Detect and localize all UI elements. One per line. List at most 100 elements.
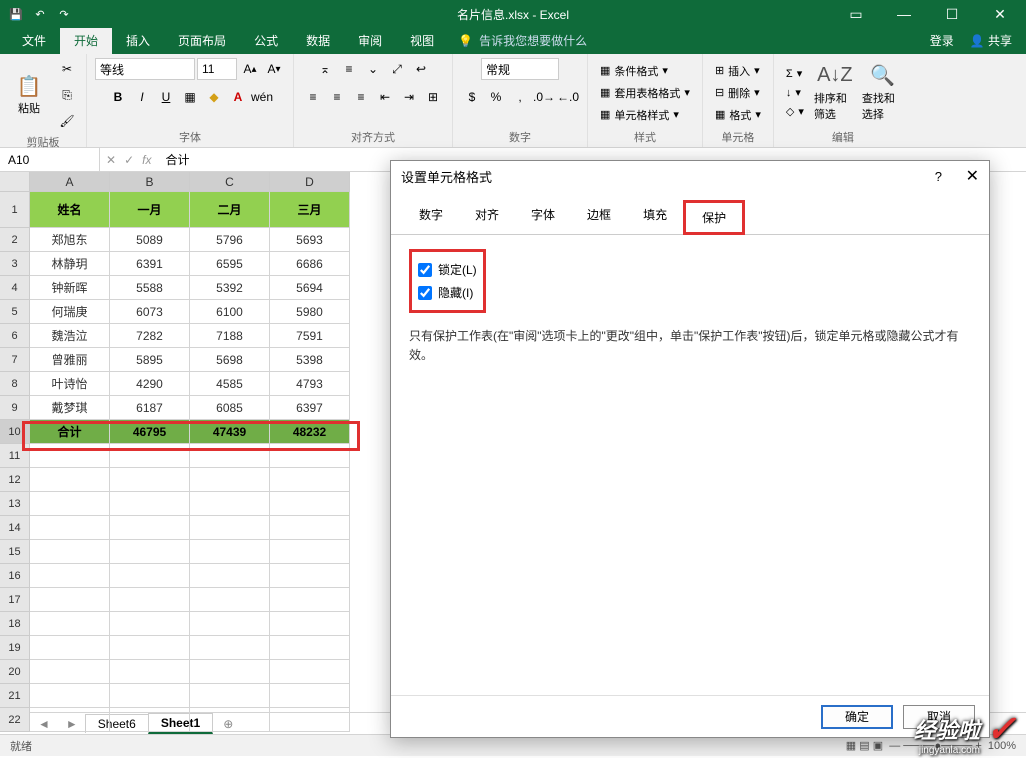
dlg-tab-font[interactable]: 字体 — [515, 200, 571, 235]
empty-cell[interactable] — [110, 540, 190, 564]
fb-cancel-icon[interactable]: ✕ — [106, 153, 116, 167]
data-cell[interactable]: 戴梦琪 — [30, 396, 110, 420]
empty-cell[interactable] — [270, 684, 350, 708]
clear-button[interactable]: ◇ ▾ — [782, 103, 808, 120]
data-cell[interactable]: 魏浩泣 — [30, 324, 110, 348]
empty-cell[interactable] — [110, 660, 190, 684]
data-cell[interactable]: 7282 — [110, 324, 190, 348]
format-cells-button[interactable]: ▦格式 ▾ — [711, 105, 765, 125]
empty-cell[interactable] — [190, 684, 270, 708]
data-cell[interactable]: 5089 — [110, 228, 190, 252]
number-format-select[interactable]: 常规 — [481, 58, 559, 80]
cell-style-button[interactable]: ▦单元格样式 ▾ — [596, 105, 694, 125]
total-cell[interactable]: 48232 — [270, 420, 350, 444]
row-header[interactable]: 3 — [0, 252, 30, 276]
dialog-close-icon[interactable]: ✕ — [966, 168, 979, 185]
empty-cell[interactable] — [270, 540, 350, 564]
row-header[interactable]: 21 — [0, 684, 30, 708]
border-icon[interactable]: ▦ — [179, 86, 201, 108]
cut-icon[interactable]: ✂ — [56, 58, 78, 80]
row-header[interactable]: 20 — [0, 660, 30, 684]
data-cell[interactable]: 4290 — [110, 372, 190, 396]
row-header[interactable]: 8 — [0, 372, 30, 396]
empty-cell[interactable] — [190, 708, 270, 732]
empty-cell[interactable] — [190, 636, 270, 660]
fill-button[interactable]: ↓ ▾ — [782, 84, 808, 101]
underline-icon[interactable]: U — [155, 86, 177, 108]
empty-cell[interactable] — [30, 660, 110, 684]
align-middle-icon[interactable]: ≡ — [338, 58, 360, 80]
data-cell[interactable]: 郑旭东 — [30, 228, 110, 252]
lock-checkbox[interactable] — [418, 263, 432, 277]
dlg-tab-number[interactable]: 数字 — [403, 200, 459, 235]
row-header[interactable]: 6 — [0, 324, 30, 348]
login-link[interactable]: 登录 — [930, 32, 954, 49]
dialog-help-icon[interactable]: ? — [935, 169, 942, 184]
save-icon[interactable]: 💾 — [8, 6, 24, 22]
empty-cell[interactable] — [110, 684, 190, 708]
empty-cell[interactable] — [110, 468, 190, 492]
empty-cell[interactable] — [110, 444, 190, 468]
font-color-icon[interactable]: A — [227, 86, 249, 108]
increase-font-icon[interactable]: A▴ — [239, 58, 261, 80]
data-cell[interactable]: 钟新晖 — [30, 276, 110, 300]
name-box[interactable]: A10 — [0, 148, 100, 171]
delete-cells-button[interactable]: ⊟删除 ▾ — [711, 83, 765, 103]
font-size-select[interactable]: 11 — [197, 58, 237, 80]
data-cell[interactable]: 5980 — [270, 300, 350, 324]
select-all-corner[interactable] — [0, 172, 30, 192]
row-header[interactable]: 18 — [0, 612, 30, 636]
data-cell[interactable]: 6187 — [110, 396, 190, 420]
total-cell[interactable]: 46795 — [110, 420, 190, 444]
empty-cell[interactable] — [190, 444, 270, 468]
empty-cell[interactable] — [30, 516, 110, 540]
fill-color-icon[interactable]: ◆ — [203, 86, 225, 108]
empty-cell[interactable] — [270, 612, 350, 636]
dlg-tab-protection[interactable]: 保护 — [683, 200, 745, 235]
tab-page-layout[interactable]: 页面布局 — [164, 27, 240, 54]
decrease-indent-icon[interactable]: ⇤ — [374, 86, 396, 108]
empty-cell[interactable] — [110, 612, 190, 636]
col-header-d[interactable]: D — [270, 172, 350, 192]
insert-cells-button[interactable]: ⊞插入 ▾ — [711, 61, 765, 81]
hide-checkbox[interactable] — [418, 286, 432, 300]
empty-cell[interactable] — [190, 540, 270, 564]
data-cell[interactable]: 5895 — [110, 348, 190, 372]
empty-cell[interactable] — [270, 492, 350, 516]
merge-icon[interactable]: ⊞ — [422, 86, 444, 108]
orientation-icon[interactable]: ⤢ — [386, 58, 408, 80]
conditional-format-button[interactable]: ▦条件格式 ▾ — [596, 61, 694, 81]
data-cell[interactable]: 何瑞庚 — [30, 300, 110, 324]
data-cell[interactable]: 6397 — [270, 396, 350, 420]
total-cell[interactable]: 47439 — [190, 420, 270, 444]
data-cell[interactable]: 6595 — [190, 252, 270, 276]
ribbon-options-icon[interactable]: ▭ — [842, 6, 870, 23]
redo-icon[interactable]: ↷ — [56, 6, 72, 22]
data-cell[interactable]: 4585 — [190, 372, 270, 396]
ok-button[interactable]: 确定 — [821, 705, 893, 729]
empty-cell[interactable] — [30, 708, 110, 732]
empty-cell[interactable] — [30, 540, 110, 564]
tab-file[interactable]: 文件 — [8, 27, 60, 54]
dlg-tab-border[interactable]: 边框 — [571, 200, 627, 235]
bold-icon[interactable]: B — [107, 86, 129, 108]
empty-cell[interactable] — [190, 468, 270, 492]
tab-formulas[interactable]: 公式 — [240, 27, 292, 54]
dlg-tab-fill[interactable]: 填充 — [627, 200, 683, 235]
autosum-button[interactable]: Σ ▾ — [782, 65, 808, 82]
sort-filter-button[interactable]: A↓Z 排序和筛选 — [814, 62, 856, 124]
row-header[interactable]: 16 — [0, 564, 30, 588]
row-header[interactable]: 9 — [0, 396, 30, 420]
empty-cell[interactable] — [30, 492, 110, 516]
row-header[interactable]: 15 — [0, 540, 30, 564]
tab-data[interactable]: 数据 — [292, 27, 344, 54]
empty-cell[interactable] — [270, 588, 350, 612]
data-cell[interactable]: 林静玥 — [30, 252, 110, 276]
italic-icon[interactable]: I — [131, 86, 153, 108]
empty-cell[interactable] — [110, 492, 190, 516]
row-header[interactable]: 1 — [0, 192, 30, 228]
data-cell[interactable]: 5588 — [110, 276, 190, 300]
empty-cell[interactable] — [270, 636, 350, 660]
empty-cell[interactable] — [270, 444, 350, 468]
paste-button[interactable]: 📋 粘贴 — [8, 64, 50, 126]
